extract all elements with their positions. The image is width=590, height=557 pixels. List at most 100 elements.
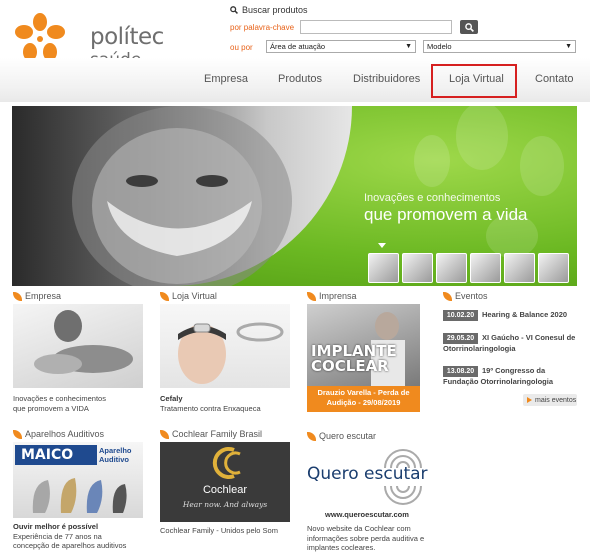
banner-photo-elderly-man (12, 106, 352, 286)
aparelhos-image[interactable]: MAICO Aparelho Auditivo (13, 442, 143, 518)
nav-produtos[interactable]: Produtos (278, 73, 322, 85)
leaf-icon (160, 429, 169, 439)
search-icon (230, 6, 238, 14)
empresa-caption: Inovações e conhecimentos que promovem a… (13, 394, 106, 413)
event-date-3: 13.08.20 (443, 366, 478, 377)
empresa-image[interactable] (13, 304, 143, 388)
quero-caption: Novo website da Cochlear com informações… (307, 524, 424, 553)
event-text-3-cont[interactable]: Fundação Otorrinolaringologia (443, 377, 553, 387)
section-imprensa-label: Imprensa (319, 291, 357, 301)
keyword-label: por palavra-chave (230, 23, 295, 32)
logo-text-politec: polítec (90, 24, 164, 50)
event-1-line1: Hearing & Balance 2020 (482, 310, 568, 319)
leaf-icon (443, 291, 452, 301)
quero-caption-line1: Novo website da Cochlear com (307, 524, 411, 533)
chevron-down-icon: ▼ (405, 43, 412, 50)
section-quero-label: Quero escutar (319, 431, 377, 441)
section-loja-title[interactable]: Loja Virtual (160, 291, 217, 301)
aparelhos-caption: Ouvir melhor é possível Experiência de 7… (13, 522, 126, 551)
quero-logo-text: Quero escutar (307, 464, 428, 484)
nav-distribuidores[interactable]: Distribuidores (353, 73, 420, 85)
empresa-caption-line1: Inovações e conhecimentos (13, 394, 106, 403)
search-button[interactable] (460, 20, 478, 34)
leaf-icon (13, 291, 22, 301)
maico-tag-line1: Aparelho (99, 446, 132, 455)
quero-caption-line2: informações sobre perda auditiva e (307, 533, 425, 543)
banner-thumb-6[interactable] (538, 253, 569, 283)
model-select[interactable]: Modelo ▼ (423, 40, 576, 53)
maico-tag: Aparelho Auditivo (99, 446, 132, 464)
section-cochlear-title[interactable]: Cochlear Family Brasil (160, 429, 262, 439)
section-empresa-title[interactable]: Empresa (13, 291, 61, 301)
banner-thumb-1[interactable] (368, 253, 399, 283)
sound-waves-icon (384, 485, 422, 505)
more-events-button[interactable]: mais eventos (523, 394, 577, 406)
nav-contato[interactable]: Contato (535, 73, 574, 85)
loja-caption: Cefaly Tratamento contra Enxaqueca (160, 394, 261, 413)
section-aparelhos-title[interactable]: Aparelhos Auditivos (13, 429, 104, 439)
nav-highlight-box (431, 64, 517, 98)
section-loja-label: Loja Virtual (172, 291, 217, 301)
logo-flower-icon (15, 13, 65, 61)
or-label: ou por (230, 43, 253, 52)
loja-image[interactable] (160, 304, 290, 388)
cochlear-logo-text: Cochlear (202, 484, 248, 496)
event-date-1: 10.02.20 (443, 310, 478, 321)
event-text-2[interactable]: XI Gaúcho - VI Conesul de (482, 333, 575, 343)
quero-image[interactable]: Quero escutar www.queroescutar.com (307, 446, 437, 520)
loja-caption-title: Cefaly (160, 394, 183, 403)
area-select-value: Área de atuação (270, 42, 326, 51)
section-imprensa-title[interactable]: Imprensa (307, 291, 357, 301)
empresa-caption-line2: que promovem a VIDA (13, 403, 89, 413)
section-quero-title[interactable]: Quero escutar (307, 431, 376, 441)
banner-thumb-3[interactable] (436, 253, 467, 283)
area-select[interactable]: Área de atuação ▼ (266, 40, 416, 53)
aparelhos-caption-line1: Experiência de 77 anos na (13, 531, 102, 541)
leaf-icon (307, 431, 316, 441)
hero-banner[interactable]: Inovações e conhecimentos que promovem a… (12, 106, 577, 286)
event-text-3[interactable]: 19º Congresso da (482, 366, 545, 376)
imprensa-caption[interactable]: Drauzio Varella - Perda de Audição - 29/… (307, 386, 420, 412)
loja-caption-text: Tratamento contra Enxaqueca (160, 403, 261, 413)
aparelhos-caption-title: Ouvir melhor é possível (13, 522, 99, 531)
maico-logo: MAICO (15, 445, 97, 465)
cochlear-tagline: Hear now. And always (182, 500, 268, 509)
nav-empresa[interactable]: Empresa (204, 73, 248, 85)
cochlear-caption: Cochlear Family - Unidos pelo Som (160, 526, 278, 535)
search-title: Buscar produtos (230, 5, 308, 15)
imprensa-image-text-2: COCLEAR (311, 357, 389, 375)
imprensa-caption-line2: Audição - 29/08/2019 (326, 398, 401, 407)
section-cochlear-label: Cochlear Family Brasil (172, 429, 263, 439)
hearing-aids-image (32, 478, 127, 513)
banner-pointer-icon (378, 243, 386, 248)
cochlear-image[interactable]: Cochlear Hear now. And always (160, 442, 290, 522)
imprensa-image[interactable]: IMPLANTE COCLEAR (307, 304, 420, 386)
event-text-1[interactable]: Hearing & Balance 2020 (482, 310, 567, 320)
quero-url: www.queroescutar.com (325, 510, 409, 519)
banner-thumb-2[interactable] (402, 253, 433, 283)
play-arrow-icon (527, 397, 532, 403)
dancing-couple-image (34, 310, 133, 374)
logo[interactable]: polítec saúde (12, 12, 164, 70)
section-aparelhos-label: Aparelhos Auditivos (25, 429, 105, 439)
section-eventos-label: Eventos (455, 291, 488, 301)
event-text-2-cont[interactable]: Otorrinolaringologia (443, 344, 516, 354)
chevron-down-icon: ▼ (565, 43, 572, 50)
imprensa-image-text: IMPLANTE COCLEAR (311, 344, 397, 374)
model-select-value: Modelo (427, 42, 452, 51)
maico-tag-line2: Auditivo (99, 455, 129, 464)
banner-thumb-5[interactable] (504, 253, 535, 283)
section-empresa-label: Empresa (25, 291, 62, 301)
search-icon (464, 22, 474, 32)
more-events-label: mais eventos (535, 396, 577, 404)
aparelhos-caption-line2: concepção de aparelhos auditivos (13, 541, 127, 550)
keyword-search-input[interactable] (300, 20, 452, 34)
leaf-icon (160, 291, 169, 301)
smiling-man-photo (72, 106, 292, 286)
section-eventos-title[interactable]: Eventos (443, 291, 488, 301)
search-title-label: Buscar produtos (242, 5, 308, 15)
event-2-line2: Otorrinolaringologia (443, 344, 516, 353)
quero-caption-line3: implantes cocleares. (307, 543, 376, 552)
banner-thumb-4[interactable] (470, 253, 501, 283)
leaf-icon (307, 291, 316, 301)
